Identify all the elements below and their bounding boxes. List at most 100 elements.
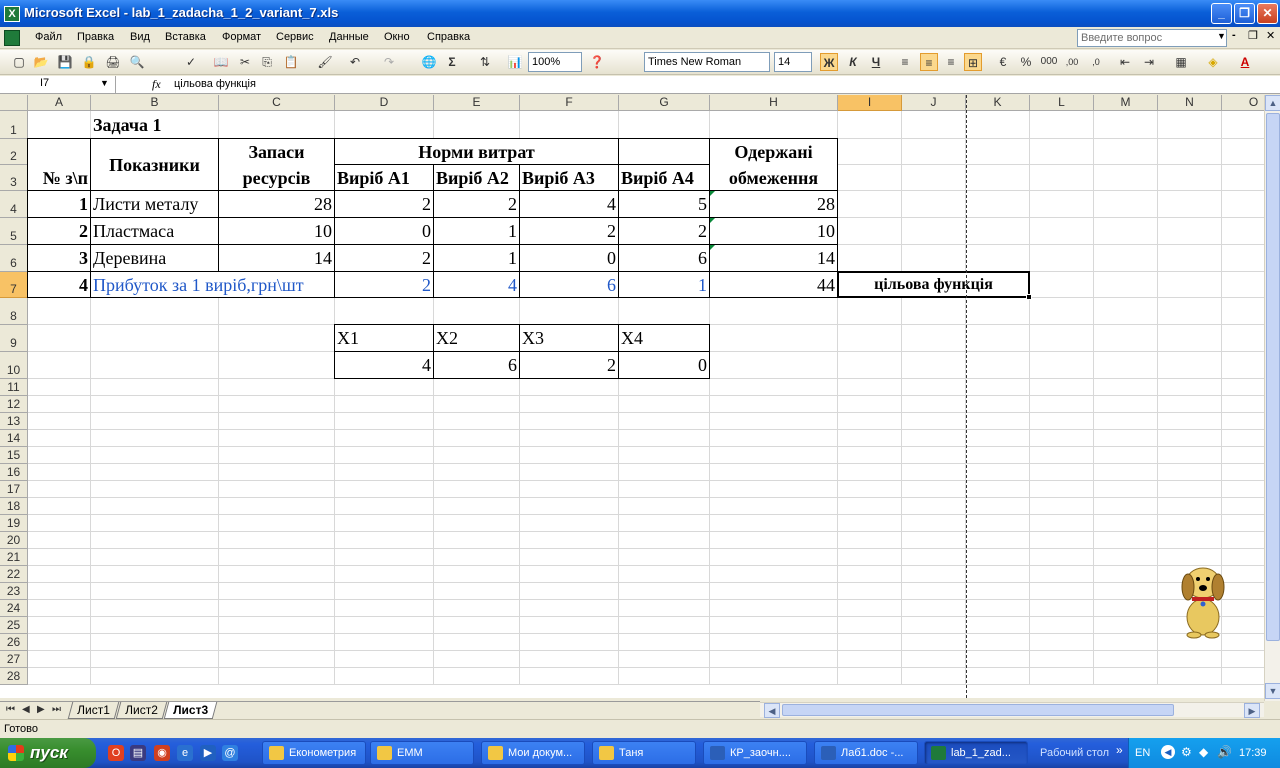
- cell-h26[interactable]: [710, 634, 838, 651]
- cell-a21[interactable]: [28, 549, 91, 566]
- cell-i16[interactable]: [838, 464, 902, 481]
- cell-l11[interactable]: [1030, 379, 1094, 396]
- percent-button[interactable]: %: [1017, 53, 1035, 71]
- cell-n9[interactable]: [1158, 325, 1222, 352]
- column-header-o[interactable]: O: [1222, 95, 1264, 111]
- cell-e12[interactable]: [434, 396, 520, 413]
- cell-j13[interactable]: [902, 413, 966, 430]
- cell-b19[interactable]: [91, 515, 219, 532]
- cell-c17[interactable]: [219, 481, 335, 498]
- cell-g24[interactable]: [619, 600, 710, 617]
- cell-j9[interactable]: [902, 325, 966, 352]
- cell-k6[interactable]: [966, 245, 1030, 272]
- fill-handle[interactable]: [1026, 294, 1032, 300]
- back-icon[interactable]: ◀: [1161, 745, 1175, 759]
- row-header-1[interactable]: 1: [0, 111, 28, 139]
- cell-j20[interactable]: [902, 532, 966, 549]
- cell-n3[interactable]: [1158, 165, 1222, 191]
- cell-f16[interactable]: [520, 464, 619, 481]
- cell-b21[interactable]: [91, 549, 219, 566]
- cell-h14[interactable]: [710, 430, 838, 447]
- cell-g16[interactable]: [619, 464, 710, 481]
- cell-a17[interactable]: [28, 481, 91, 498]
- cell-l15[interactable]: [1030, 447, 1094, 464]
- profit-value[interactable]: 1: [619, 272, 710, 298]
- cell-a23[interactable]: [28, 583, 91, 600]
- cell-m2[interactable]: [1094, 139, 1158, 165]
- cell-h11[interactable]: [710, 379, 838, 396]
- cell-c22[interactable]: [219, 566, 335, 583]
- column-header-d[interactable]: D: [335, 95, 434, 111]
- fill-color-icon[interactable]: ◈: [1204, 53, 1222, 71]
- cell-f19[interactable]: [520, 515, 619, 532]
- cell-g18[interactable]: [619, 498, 710, 515]
- cell-b18[interactable]: [91, 498, 219, 515]
- cell-f20[interactable]: [520, 532, 619, 549]
- cell-e11[interactable]: [434, 379, 520, 396]
- cell-o14[interactable]: [1222, 430, 1264, 447]
- cell-k19[interactable]: [966, 515, 1030, 532]
- cell-d25[interactable]: [335, 617, 434, 634]
- cell-n28[interactable]: [1158, 668, 1222, 685]
- cell-i15[interactable]: [838, 447, 902, 464]
- cell-l27[interactable]: [1030, 651, 1094, 668]
- norm-value[interactable]: 1: [434, 218, 520, 245]
- cell-b14[interactable]: [91, 430, 219, 447]
- cell-l26[interactable]: [1030, 634, 1094, 651]
- cell-f25[interactable]: [520, 617, 619, 634]
- paste-icon[interactable]: 📋: [282, 53, 300, 71]
- cell-n20[interactable]: [1158, 532, 1222, 549]
- cell-l4[interactable]: [1030, 191, 1094, 218]
- cell-i11[interactable]: [838, 379, 902, 396]
- cell-c21[interactable]: [219, 549, 335, 566]
- cell-o2[interactable]: [1222, 139, 1264, 165]
- cell-b25[interactable]: [91, 617, 219, 634]
- row-header-27[interactable]: 27: [0, 651, 28, 668]
- cell-n27[interactable]: [1158, 651, 1222, 668]
- cell-i22[interactable]: [838, 566, 902, 583]
- cell-b8[interactable]: [91, 298, 219, 325]
- cell-i1[interactable]: [838, 111, 902, 139]
- cell-d1[interactable]: [335, 111, 434, 139]
- cell-l18[interactable]: [1030, 498, 1094, 515]
- cell-h27[interactable]: [710, 651, 838, 668]
- antivirus-icon[interactable]: ◆: [1199, 745, 1208, 759]
- doc-restore-button[interactable]: ❐: [1248, 29, 1258, 42]
- increase-decimal-button[interactable]: ,00: [1063, 53, 1081, 71]
- cell-c11[interactable]: [219, 379, 335, 396]
- cell-g15[interactable]: [619, 447, 710, 464]
- cell-b28[interactable]: [91, 668, 219, 685]
- cell-m16[interactable]: [1094, 464, 1158, 481]
- x-value-2[interactable]: 6: [434, 352, 520, 379]
- excel-app-icon[interactable]: X: [4, 6, 20, 22]
- cell-i14[interactable]: [838, 430, 902, 447]
- cell-g17[interactable]: [619, 481, 710, 498]
- font-color-icon[interactable]: A: [1236, 53, 1254, 71]
- x-header-3[interactable]: X3: [520, 325, 619, 352]
- cell-g8[interactable]: [619, 298, 710, 325]
- cell-m19[interactable]: [1094, 515, 1158, 532]
- cell-a14[interactable]: [28, 430, 91, 447]
- quicklaunch-browser-icon[interactable]: ◉: [154, 745, 170, 761]
- cell-b15[interactable]: [91, 447, 219, 464]
- cell-f26[interactable]: [520, 634, 619, 651]
- quicklaunch-opera-icon[interactable]: O: [108, 745, 124, 761]
- cell-i20[interactable]: [838, 532, 902, 549]
- close-button[interactable]: ✕: [1257, 3, 1278, 24]
- ask-dropdown-icon[interactable]: ▼: [1217, 31, 1226, 41]
- doc-minimize-button[interactable]: -: [1232, 29, 1236, 41]
- cell-b11[interactable]: [91, 379, 219, 396]
- cell-n2[interactable]: [1158, 139, 1222, 165]
- cell-m23[interactable]: [1094, 583, 1158, 600]
- profit-value[interactable]: 6: [520, 272, 619, 298]
- cell-a20[interactable]: [28, 532, 91, 549]
- cell-e20[interactable]: [434, 532, 520, 549]
- cell-a16[interactable]: [28, 464, 91, 481]
- cell-c8[interactable]: [219, 298, 335, 325]
- underline-button[interactable]: Ч: [867, 53, 885, 71]
- cell-k25[interactable]: [966, 617, 1030, 634]
- vertical-scrollbar[interactable]: ▲ ▼: [1264, 95, 1280, 701]
- row-header-21[interactable]: 21: [0, 549, 28, 566]
- profit-label[interactable]: Прибуток за 1 виріб,грн\шт: [91, 272, 335, 298]
- cell-a27[interactable]: [28, 651, 91, 668]
